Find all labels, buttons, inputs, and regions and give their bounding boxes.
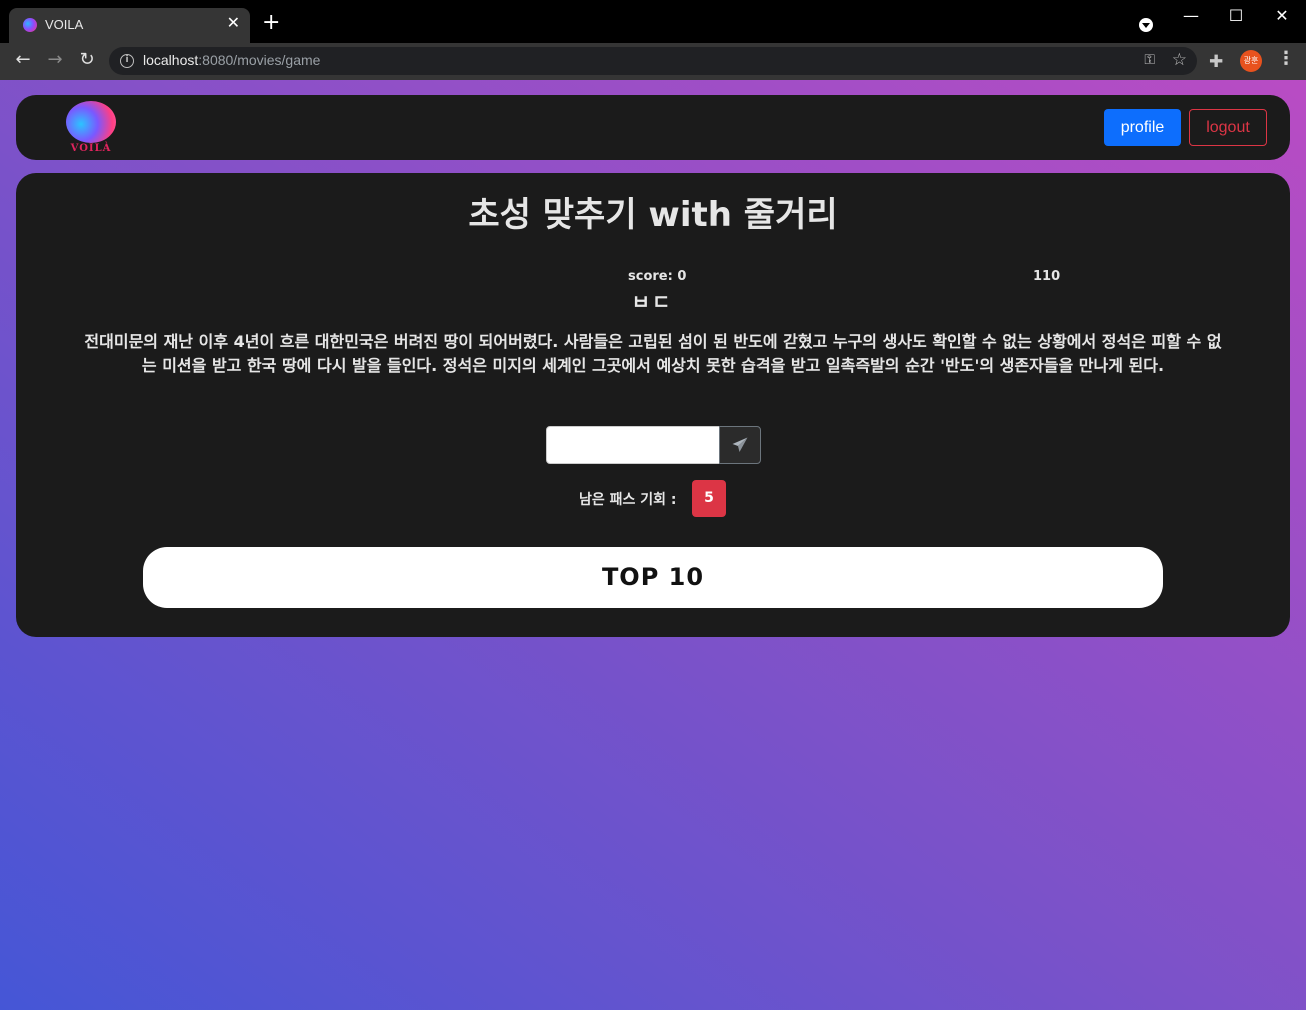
site-navbar: VOILÀ profile logout	[16, 95, 1290, 160]
close-window-icon[interactable]: ✕	[1272, 6, 1292, 25]
maximize-icon[interactable]: ☐	[1226, 6, 1246, 25]
address-bar[interactable]: i localhost:8080/movies/game ⚿ ☆	[109, 47, 1197, 75]
browser-tab[interactable]: VOILA ✕	[9, 8, 250, 43]
page-background: VOILÀ profile logout 초성 맞추기 with 줄거리 sco…	[0, 80, 1306, 1010]
plot-summary: 전대미문의 재난 이후 4년이 흐른 대한민국은 버려진 땅이 되어버렸다. 사…	[84, 332, 1222, 375]
chosung-hint: ㅂㄷ	[631, 290, 673, 314]
profile-button[interactable]: profile	[1104, 109, 1181, 146]
voila-favicon-icon	[23, 18, 37, 32]
url-text: localhost:8080/movies/game	[143, 52, 321, 68]
avatar[interactable]: 광훈	[1240, 50, 1262, 72]
timer-value: 110	[1033, 269, 1061, 284]
pass-count-badge[interactable]: 5	[692, 480, 726, 517]
browser-menu-icon[interactable]: ⋮	[1277, 48, 1295, 69]
page-title: 초성 맞추기 with 줄거리	[468, 195, 838, 235]
game-card: 초성 맞추기 with 줄거리 score: 0 110 ㅂㄷ 전대미문의 재난…	[16, 173, 1290, 637]
tab-search-icon[interactable]	[1139, 18, 1153, 32]
tab-close-icon[interactable]: ✕	[227, 15, 240, 31]
logout-button[interactable]: logout	[1189, 109, 1267, 146]
logo-text: VOILÀ	[70, 143, 112, 154]
key-icon[interactable]: ⚿	[1144, 52, 1155, 68]
score-label: score: 0	[628, 269, 687, 284]
browser-toolbar: ← → ↻ i localhost:8080/movies/game ⚿ ☆ ✚…	[0, 43, 1306, 80]
site-info-icon[interactable]: i	[120, 54, 134, 68]
browser-titlebar: VOILA ✕ + — ☐ ✕	[0, 0, 1306, 43]
pass-chance-label: 남은 패스 기회 :	[579, 492, 677, 508]
forward-arrow-icon[interactable]: →	[44, 50, 66, 70]
voila-logo[interactable]: VOILÀ	[64, 101, 118, 155]
reload-icon[interactable]: ↻	[76, 50, 98, 70]
back-arrow-icon[interactable]: ←	[12, 50, 34, 70]
submit-button[interactable]	[719, 426, 761, 464]
top10-button[interactable]: TOP 10	[143, 547, 1163, 608]
paper-plane-icon	[732, 437, 748, 452]
answer-input[interactable]	[546, 426, 720, 464]
bookmark-star-icon[interactable]: ☆	[1172, 50, 1187, 70]
minimize-icon[interactable]: —	[1181, 6, 1201, 25]
new-tab-icon[interactable]: +	[262, 12, 280, 34]
tab-title: VOILA	[45, 17, 84, 32]
extensions-puzzle-icon[interactable]: ✚	[1209, 52, 1223, 72]
logo-circle-icon	[66, 101, 116, 143]
